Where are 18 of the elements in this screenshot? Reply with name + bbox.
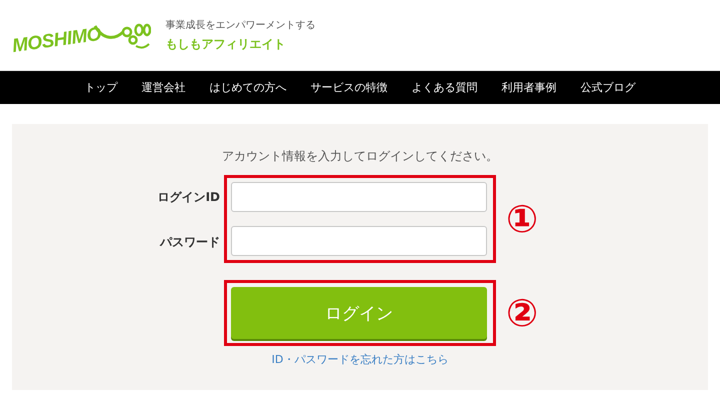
field-label: ログインID	[158, 189, 220, 206]
instruction-text: アカウント情報を入力してログインしてください。	[222, 148, 498, 165]
nav-link[interactable]: サービスの特徴	[310, 80, 388, 95]
nav-link[interactable]: トップ	[84, 80, 118, 95]
nav-link[interactable]: 利用者事例	[502, 80, 556, 95]
field-label: パスワード	[160, 234, 220, 251]
nav-link[interactable]: 運営会社	[142, 80, 186, 95]
tagline: 事業成長をエンパワーメントする	[165, 18, 316, 32]
nav-link[interactable]: よくある質問	[412, 80, 478, 95]
forgot-password-link[interactable]: ID・パスワードを忘れた方はこちら	[272, 352, 448, 367]
brand-name: もしもアフィリエイト	[165, 36, 286, 52]
logo-text: MOSHIMO	[10, 24, 102, 58]
annotation-number: ②	[506, 294, 538, 332]
annotation-number: ①	[506, 200, 538, 238]
nav-link[interactable]: はじめての方へ	[210, 80, 286, 95]
input-field[interactable]	[231, 182, 487, 212]
nav-link[interactable]: 公式ブログ	[580, 80, 636, 95]
input-field[interactable]	[231, 226, 487, 256]
